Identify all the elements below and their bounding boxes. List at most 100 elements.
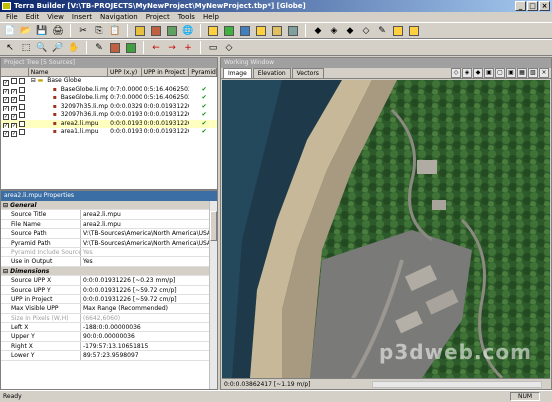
property-value[interactable]: 0:0:0.01931226 [~59.72 cm/p] (81, 286, 217, 294)
view-tool-5-icon[interactable]: ▢ (495, 68, 505, 78)
property-value[interactable]: V:\TB-Sources\America\North America\USA (81, 229, 217, 237)
layer-a-icon[interactable] (206, 24, 220, 38)
lock-checkbox[interactable] (19, 129, 25, 135)
property-value[interactable]: area2.li.mpu (81, 220, 217, 228)
visible-checkbox[interactable]: ✓ (3, 131, 9, 137)
row-checkboxes[interactable]: ✓ ✓ (1, 128, 29, 137)
zoom-out-icon[interactable]: 🔎 (51, 41, 65, 55)
cut-icon[interactable]: ✂ (76, 24, 90, 38)
open-icon[interactable]: 📂 (19, 24, 33, 38)
maximize-button[interactable]: □ (527, 1, 538, 11)
lock-checkbox[interactable] (19, 112, 25, 118)
globe-icon[interactable]: 🌐 (181, 24, 195, 38)
pencil-icon[interactable]: ✎ (375, 24, 389, 38)
add-source-icon[interactable] (133, 24, 147, 38)
add-point-icon[interactable]: + (181, 41, 195, 55)
property-value[interactable]: area2.li.mpu (81, 210, 217, 218)
property-value[interactable]: Yes (81, 257, 217, 265)
layer-h-icon[interactable] (407, 24, 421, 38)
menu-navigation[interactable]: Navigation (96, 12, 142, 22)
category-label[interactable]: ⊟ Dimensions (1, 267, 217, 275)
menu-insert[interactable]: Insert (68, 12, 96, 22)
zoom-box-icon[interactable]: ⬚ (19, 41, 33, 55)
property-row[interactable]: File Name area2.li.mpu (1, 219, 217, 230)
property-row[interactable]: Upper Y 90:0:0.00000036 (1, 332, 217, 342)
lock-checkbox[interactable] (19, 95, 25, 101)
tree-row[interactable]: ✓ ✓ ▪ BaseGlobe.li.mp 0:7:0.0000 0:5:16.4062… (1, 86, 217, 94)
property-row[interactable]: Lower Y 89:57:23.9598097 (1, 351, 217, 361)
layer-e-icon[interactable] (270, 24, 284, 38)
property-row[interactable]: Source Path V:\TB-Sources\America\North A… (1, 229, 217, 239)
property-row[interactable]: Pyramid Include Source Yes (1, 247, 217, 258)
property-value[interactable]: 90:0:0.00000036 (81, 332, 217, 340)
view-tool-3-icon[interactable]: ◆ (473, 68, 483, 78)
tab-vectors[interactable]: Vectors (291, 68, 324, 78)
add-elevation-icon[interactable] (149, 24, 163, 38)
layer-c-icon[interactable] (238, 24, 252, 38)
view-tool-8-icon[interactable]: ▧ (528, 68, 538, 78)
ruler-icon[interactable]: ▭ (206, 41, 220, 55)
run-icon[interactable] (124, 41, 138, 55)
paste-icon[interactable]: 📋 (108, 24, 122, 38)
property-row[interactable]: Source Title area2.li.mpu (1, 210, 217, 220)
lock-checkbox[interactable] (19, 78, 25, 84)
tree-row[interactable]: ✓ ✓ ▪ area2.li.mpu 0:0:0.0193 0:0:0.01931226… (1, 119, 217, 128)
menu-tools[interactable]: Tools (174, 12, 199, 22)
menu-view[interactable]: View (43, 12, 68, 22)
property-row[interactable]: Source UPP X 0:0:0.01931226 [~0.23 mm/p] (1, 276, 217, 286)
properties-scrollbar[interactable] (209, 201, 217, 389)
property-value[interactable]: V:\TB-Sources\America\North America\USA (81, 239, 217, 247)
property-value[interactable]: 89:57:23.9598097 (81, 351, 217, 359)
property-value[interactable]: Max Range (Recommended) (81, 304, 217, 312)
property-row[interactable]: Right X -179:57:13.10651815 (1, 341, 217, 352)
menu-help[interactable]: Help (199, 12, 223, 22)
new-icon[interactable]: 📄 (3, 24, 17, 38)
property-category[interactable]: ⊟ Dimensions (1, 266, 217, 277)
col-upp[interactable]: UPP (x,y) (108, 68, 142, 76)
category-label[interactable]: ⊟ General (1, 201, 217, 209)
include-checkbox[interactable]: ✓ (11, 131, 17, 137)
zoom-in-icon[interactable]: 🔍 (35, 41, 49, 55)
menu-edit[interactable]: Edit (22, 12, 44, 22)
aerial-image-view[interactable]: p3dweb.com (222, 80, 550, 378)
tab-elevation[interactable]: Elevation (252, 68, 291, 78)
lock-checkbox[interactable] (19, 86, 25, 93)
pointer-icon[interactable]: ↖ (3, 41, 17, 55)
tree-row[interactable]: ✓ ✓ ▪ area1.li.mpu 0:0:0.0193 0:0:0.01931226… (1, 128, 217, 137)
layer-d-icon[interactable] (254, 24, 268, 38)
measure-icon[interactable]: ◇ (222, 41, 236, 55)
property-value[interactable]: 0:0:0.01931226 [~0.23 mm/p] (81, 276, 217, 284)
view-hscrollbar[interactable] (372, 381, 542, 388)
tree-row[interactable]: ✓✓ ▪ BaseGlobe.li.mpu0:7:0.00000:5:16.406… (1, 94, 217, 103)
property-row[interactable]: Source UPP Y 0:0:0.01931226 [~59.72 cm/p] (1, 285, 217, 295)
layer-f-icon[interactable] (286, 24, 300, 38)
tree-row[interactable]: ✓ ✓ ▪ 32097h35.li.mpu 0:0:0.0329 0:0:0.01931… (1, 103, 217, 111)
diamond-a-icon[interactable]: ◆ (311, 24, 325, 38)
lock-checkbox[interactable] (19, 103, 25, 110)
row-checkboxes[interactable]: ✓ ✓ (1, 120, 29, 128)
property-row[interactable]: Left X -188:0:0.00000036 (1, 323, 217, 333)
move-left-icon[interactable]: ← (149, 41, 163, 55)
minimize-button[interactable]: _ (515, 1, 526, 11)
property-row[interactable]: Pyramid Path V:\TB-Sources\America\North … (1, 238, 217, 248)
copy-icon[interactable]: ⎘ (92, 24, 106, 38)
build-icon[interactable] (108, 41, 122, 55)
add-vector-icon[interactable] (165, 24, 179, 38)
layer-b-icon[interactable] (222, 24, 236, 38)
edit-source-icon[interactable]: ✎ (92, 41, 106, 55)
property-value[interactable]: Yes (81, 248, 217, 256)
move-right-icon[interactable]: → (165, 41, 179, 55)
tab-image[interactable]: Image (223, 68, 252, 78)
col-name[interactable]: Name (29, 68, 108, 76)
save-icon[interactable]: 💾 (35, 24, 49, 38)
property-value[interactable]: (6642,6060) (81, 314, 217, 322)
property-value[interactable]: -188:0:0.00000036 (81, 323, 217, 331)
row-checkboxes[interactable]: ✓ ✓ (1, 94, 29, 103)
row-checkboxes[interactable]: ✓ ✓ (1, 111, 29, 120)
property-value[interactable]: -179:57:13.10651815 (81, 342, 217, 350)
col-upp-project[interactable]: UPP in Project (142, 68, 190, 76)
col-pyramid[interactable]: Pyramid (189, 68, 217, 76)
view-tool-6-icon[interactable]: ▣ (506, 68, 516, 78)
property-row[interactable]: UPP in Project 0:0:0.01931226 [~59.72 cm/… (1, 294, 217, 305)
layer-g-icon[interactable] (391, 24, 405, 38)
